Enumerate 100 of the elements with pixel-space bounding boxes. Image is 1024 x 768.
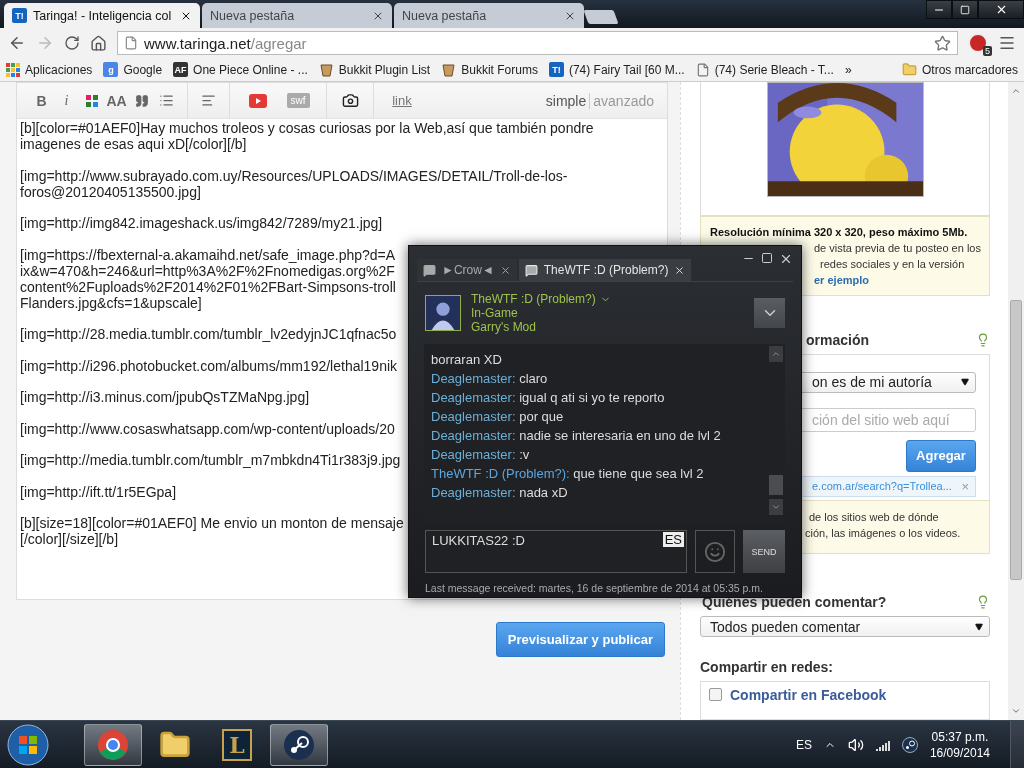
more-bookmarks-button[interactable]: » xyxy=(844,62,852,77)
share-option-label[interactable]: Compartir en Facebook xyxy=(730,686,887,703)
bookmark-link[interactable]: Google xyxy=(123,62,163,77)
reload-icon[interactable] xyxy=(64,35,80,51)
bookmark-link[interactable]: Aplicaciones xyxy=(25,62,93,77)
editor-text-line: [img=http://i3.minus.com/jpubQsTZMaNpg.jpg] xyxy=(20,389,310,405)
notice-text: de vista previa de tu posteo en los xyxy=(814,240,981,256)
scroll-up-icon[interactable] xyxy=(1011,86,1021,96)
lightbulb-icon[interactable] xyxy=(976,332,990,347)
editor-text-line: [/color][/size][/b] xyxy=(20,531,119,547)
editor-mode-tab[interactable]: simple xyxy=(542,92,590,109)
other-bookmarks-link[interactable]: Otros marcadores xyxy=(921,62,1018,77)
star-icon[interactable] xyxy=(934,34,951,52)
video-icon[interactable] xyxy=(249,93,267,108)
caret-icon xyxy=(975,622,983,631)
friend-name[interactable]: TheWTF :D (Problem?) xyxy=(471,292,744,306)
signal-icon[interactable] xyxy=(875,738,890,751)
minimize-button[interactable] xyxy=(926,0,952,19)
language-indicator[interactable]: ES xyxy=(795,737,812,752)
taskbar-app-button[interactable] xyxy=(270,723,328,766)
send-button[interactable]: SEND xyxy=(743,530,785,573)
taskbar-app-button[interactable] xyxy=(84,723,142,766)
new-tab-button[interactable] xyxy=(583,10,619,24)
chat-tab[interactable]: TheWTF :D (Problem?) xyxy=(518,259,692,281)
section-heading: ormación xyxy=(805,331,869,348)
message-text: nada xD xyxy=(519,485,568,500)
quote-icon[interactable] xyxy=(134,93,149,108)
bookmark-link[interactable]: (74) Serie Bleach - T... xyxy=(714,62,834,77)
friend-game: Garry's Mod xyxy=(471,320,537,334)
maximize-icon[interactable] xyxy=(761,252,773,264)
align-icon[interactable] xyxy=(201,93,216,108)
chat-bubble-icon xyxy=(423,263,436,277)
close-icon[interactable] xyxy=(674,264,686,276)
camera-icon[interactable] xyxy=(341,92,359,109)
friend-status: In-Game xyxy=(471,306,519,320)
scroll-thumb[interactable] xyxy=(769,475,783,495)
chat-tab[interactable]: ►Crow◄ xyxy=(417,259,517,281)
bookmark-link[interactable]: One Piece Online - ... xyxy=(193,62,308,77)
font-size-button[interactable]: AA xyxy=(104,87,129,114)
editor-text-line: [b][color=#01AEF0]Hay muchos troleos y cosas curiosas por la Web,así que también pondre xyxy=(20,120,594,136)
page-scrollbar[interactable] xyxy=(1008,82,1024,720)
browser-icon xyxy=(97,728,129,761)
message-sender: Deaglemaster: xyxy=(431,390,516,405)
list-icon[interactable] xyxy=(159,93,174,108)
link-button[interactable]: link xyxy=(392,93,412,108)
message-sender: Deaglemaster: xyxy=(431,447,516,462)
browser-tab[interactable]: Nueva pestaña xyxy=(202,3,392,28)
menu-icon[interactable] xyxy=(998,34,1016,52)
address-bar[interactable]: www.taringa.net/agregar xyxy=(117,31,958,55)
language-badge: ES xyxy=(662,532,684,547)
editor-text-line: [img=http://media.tumblr.com/tumblr_m7mbkdn4Ti1r383j9.jpg xyxy=(20,452,401,468)
editor-text-line: [img=http://www.subrayado.com.uy/Resources/UPLOADS/IMAGES/DETAIL/Troll-de-los- xyxy=(20,167,568,184)
bucket-icon xyxy=(441,62,457,77)
note-text: ción, las imágenes o los videos. xyxy=(805,525,961,541)
color-grid-icon[interactable] xyxy=(85,94,98,107)
steam-icon[interactable] xyxy=(901,736,918,753)
editor-text-line: [img=https://fbexternal-a.akamaihd.net/safe_image.php?d=A xyxy=(20,246,396,263)
home-icon[interactable] xyxy=(90,34,107,52)
editor-text-line: Flanders.jpg&cfs=1&upscale] xyxy=(20,294,202,311)
clock-time[interactable]: 05:37 p.m. xyxy=(931,728,989,745)
volume-icon[interactable] xyxy=(847,736,864,753)
chat-scrollbar[interactable] xyxy=(769,346,783,518)
close-button[interactable] xyxy=(978,0,1024,19)
bookmark-link[interactable]: Bukkit Forums xyxy=(461,62,538,77)
italic-button[interactable]: i xyxy=(54,87,79,114)
emoticon-button[interactable] xyxy=(695,530,735,573)
browser-tab[interactable]: Nueva pestaña xyxy=(394,3,584,28)
chat-bubble-icon xyxy=(524,263,538,277)
example-link[interactable]: er ejemplo xyxy=(814,273,870,286)
taskbar-app-button[interactable]: L xyxy=(208,723,266,766)
close-icon[interactable] xyxy=(779,252,793,266)
maximize-button[interactable] xyxy=(952,0,978,19)
apps-grid-icon xyxy=(6,62,20,77)
scroll-down-icon[interactable] xyxy=(1011,706,1021,716)
dropdown-button[interactable] xyxy=(754,298,785,328)
bookmark-link[interactable]: Bukkit Plugin List xyxy=(338,62,431,77)
caret-icon xyxy=(961,378,969,387)
url-host: www.taringa.net xyxy=(144,34,251,52)
editor-text-line: [img=http://i296.photobucket.com/albums/mm192/lethal19nik xyxy=(20,357,398,374)
browser-tab[interactable]: T! Taringa! - Inteligencia col xyxy=(4,3,200,28)
editor-text-line: [img=http://www.cosaswhatsapp.com/wp-content/uploads/20 xyxy=(20,420,395,437)
section-heading: Compartir en redes: xyxy=(700,658,834,675)
start-button[interactable] xyxy=(6,722,50,767)
message-field[interactable]: LUKKITAS22 :D ES xyxy=(425,530,687,573)
message-sender: Deaglemaster: xyxy=(431,371,516,386)
scroll-down-icon[interactable] xyxy=(771,502,781,512)
bookmark-link[interactable]: (74) Fairy Tail [60 M... xyxy=(568,62,685,77)
site-favicon-icon: T! xyxy=(548,62,564,77)
back-icon[interactable] xyxy=(8,34,26,52)
section-heading: Quiénes pueden comentar? xyxy=(701,594,887,611)
bold-button[interactable]: B xyxy=(29,87,54,114)
clock-date[interactable]: 16/09/2014 xyxy=(929,744,990,761)
scroll-up-icon[interactable] xyxy=(771,349,781,359)
comments-select[interactable]: Todos pueden comentar xyxy=(700,616,990,637)
site-favicon-icon: g xyxy=(103,62,119,77)
lightbulb-icon[interactable] xyxy=(976,595,990,610)
share-checkbox[interactable] xyxy=(709,688,722,702)
game-icon: L xyxy=(222,728,252,761)
editor-text-line: content%2Fuploads%2F2014%2F01%2FBart-Simpsons-troll xyxy=(20,278,396,295)
page-icon xyxy=(124,36,138,50)
